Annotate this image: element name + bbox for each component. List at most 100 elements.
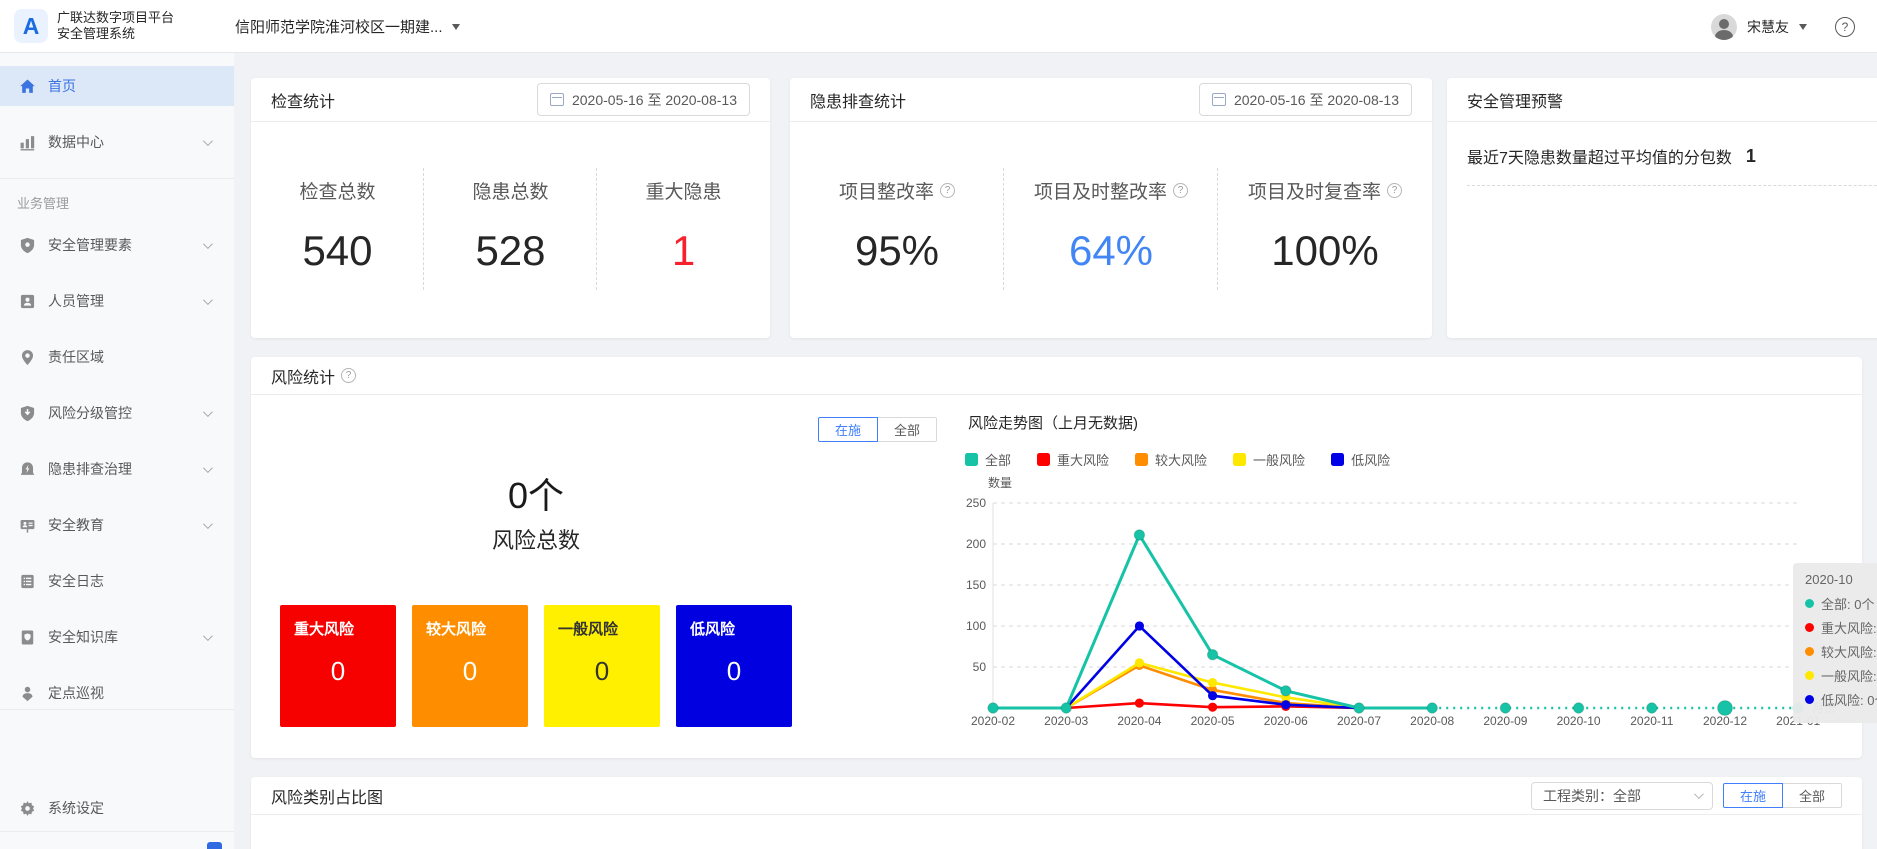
app-title: 广联达数字项目平台 安全管理系统 xyxy=(57,10,174,42)
hazard-alarm-icon xyxy=(19,461,36,478)
sidebar-divider xyxy=(0,831,234,832)
risk-box-label: 较大风险 xyxy=(412,605,528,639)
sidebar-item-label: 安全日志 xyxy=(48,571,104,591)
question-icon[interactable]: ? xyxy=(341,368,356,383)
sidebar-item-安全教育[interactable]: 安全教育 xyxy=(0,505,234,545)
stats-row: 项目整改率?95%项目及时整改率?64%项目及时复查率?100% xyxy=(790,122,1432,337)
chevron-down-icon xyxy=(203,239,213,249)
question-icon[interactable]: ? xyxy=(1387,183,1402,198)
legend-label: 一般风险 xyxy=(1253,450,1305,469)
stat-value: 95% xyxy=(790,227,1004,275)
sidebar-item-人员管理[interactable]: 人员管理 xyxy=(0,281,234,321)
sidebar-item-label: 安全管理要素 xyxy=(48,235,132,255)
question-icon[interactable]: ? xyxy=(1173,183,1188,198)
safety-shield-icon xyxy=(19,237,36,254)
people-icon xyxy=(19,293,36,310)
sidebar-item-安全管理要素[interactable]: 安全管理要素 xyxy=(0,225,234,265)
stat-value: 540 xyxy=(251,227,424,275)
legend-item-重大风险[interactable]: 重大风险 xyxy=(1037,450,1109,469)
sidebar-item-label: 安全教育 xyxy=(48,515,104,535)
risk-box-低风险: 低风险0 xyxy=(676,605,792,727)
chart-title: 风险走势图（上月无数据) xyxy=(968,412,1138,433)
calendar-icon xyxy=(1212,93,1226,106)
stat-value: 1 xyxy=(597,227,770,275)
app-viewport: A 广联达数字项目平台 安全管理系统 信阳师范学院淮河校区一期建... 宋慧友 … xyxy=(0,0,1877,849)
stat-value: 100% xyxy=(1218,227,1432,275)
risk-box-label: 一般风险 xyxy=(544,605,660,639)
home-icon xyxy=(19,78,36,95)
tooltip-row-一般风险: 一般风险: 0个 xyxy=(1805,666,1877,685)
floating-widget[interactable] xyxy=(207,842,222,849)
svg-text:50: 50 xyxy=(973,660,987,674)
question-icon[interactable]: ? xyxy=(940,183,955,198)
card-header: 检查统计 2020-05-16 至 2020-08-13 xyxy=(251,78,770,122)
top-header: A 广联达数字项目平台 安全管理系统 信阳师范学院淮河校区一期建... 宋慧友 … xyxy=(0,0,1877,53)
legend-label: 低风险 xyxy=(1351,450,1390,469)
svg-text:150: 150 xyxy=(966,578,986,592)
stat-label: 检查总数 xyxy=(251,177,424,204)
risk-box-一般风险: 一般风险0 xyxy=(544,605,660,727)
stat-检查总数: 检查总数 540 xyxy=(251,122,424,337)
svg-text:2020-10: 2020-10 xyxy=(1557,714,1601,728)
stat-隐患总数: 隐患总数528 xyxy=(424,122,597,337)
date-range-picker[interactable]: 2020-05-16 至 2020-08-13 xyxy=(1199,83,1412,116)
svg-text:2020-11: 2020-11 xyxy=(1630,714,1673,728)
project-type-select[interactable]: 工程类别：全部 xyxy=(1531,782,1713,810)
area-pin-icon xyxy=(19,349,36,366)
sidebar-item-系统设定[interactable]: 系统设定 xyxy=(0,788,234,828)
legend-item-较大风险[interactable]: 较大风险 xyxy=(1135,450,1207,469)
sidebar-item-数据中心[interactable]: 数据中心 xyxy=(0,122,234,162)
svg-text:2020-09: 2020-09 xyxy=(1483,714,1527,728)
status-toggle: 在施全部 xyxy=(818,417,937,442)
log-icon xyxy=(19,573,36,590)
legend-item-全部[interactable]: 全部 xyxy=(965,450,1011,469)
user-name[interactable]: 宋慧友 xyxy=(1747,17,1789,37)
card-header: 风险统计 ? xyxy=(251,357,1862,395)
safety-warning-card: 安全管理预警 最近7天隐患数量超过平均值的分包数 1 xyxy=(1447,78,1877,338)
help-icon[interactable]: ? xyxy=(1835,17,1855,37)
project-selector[interactable]: 信阳师范学院淮河校区一期建... xyxy=(235,0,460,53)
risk-shield-icon xyxy=(19,405,36,422)
toggle-option-全部[interactable]: 全部 xyxy=(1782,783,1842,808)
chevron-down-icon xyxy=(203,136,213,146)
stat-label: 项目整改率? xyxy=(790,177,1004,204)
tooltip-row-重大风险: 重大风险: 0个 xyxy=(1805,618,1877,637)
sidebar-item-风险分级管控[interactable]: 风险分级管控 xyxy=(0,393,234,433)
sidebar: 首页数据中心业务管理安全管理要素人员管理责任区域风险分级管控隐患排查治理安全教育… xyxy=(0,53,234,849)
legend-item-一般风险[interactable]: 一般风险 xyxy=(1233,450,1305,469)
date-range-value: 2020-05-16 至 2020-08-13 xyxy=(1234,90,1399,110)
sidebar-item-安全知识库[interactable]: 安全知识库 xyxy=(0,617,234,657)
toggle-option-在施[interactable]: 在施 xyxy=(1723,783,1783,808)
toggle-option-全部[interactable]: 全部 xyxy=(877,417,937,442)
sidebar-item-定点巡视[interactable]: 定点巡视 xyxy=(0,673,234,713)
tooltip-row-低风险: 低风险: 0个 xyxy=(1805,690,1877,709)
svg-text:2020-07: 2020-07 xyxy=(1337,714,1381,728)
user-avatar[interactable] xyxy=(1711,14,1737,40)
legend-item-低风险[interactable]: 低风险 xyxy=(1331,450,1390,469)
sidebar-item-责任区域[interactable]: 责任区域 xyxy=(0,337,234,377)
card-title: 风险类别占比图 xyxy=(271,784,383,808)
toggle-option-在施[interactable]: 在施 xyxy=(818,417,878,442)
svg-text:100: 100 xyxy=(966,619,986,633)
date-range-picker[interactable]: 2020-05-16 至 2020-08-13 xyxy=(537,83,750,116)
risk-box-重大风险: 重大风险0 xyxy=(280,605,396,727)
risk-trend-chart[interactable]: 数量501001502002502020-022020-032020-04202… xyxy=(960,470,1877,742)
legend-swatch xyxy=(1331,453,1344,466)
card-header-controls: 工程类别：全部 在施全部 xyxy=(1531,782,1842,810)
svg-text:数量: 数量 xyxy=(988,475,1012,490)
stat-label: 项目及时整改率? xyxy=(1004,177,1218,204)
sidebar-item-label: 定点巡视 xyxy=(48,683,104,703)
sidebar-item-安全日志[interactable]: 安全日志 xyxy=(0,561,234,601)
stat-项目及时复查率: 项目及时复查率?100% xyxy=(1218,122,1432,337)
chevron-down-icon xyxy=(203,407,213,417)
sidebar-item-首页[interactable]: 首页 xyxy=(0,66,234,106)
svg-text:2020-06: 2020-06 xyxy=(1264,714,1308,728)
svg-text:2020-08: 2020-08 xyxy=(1410,714,1454,728)
risk-total-label: 风险总数 xyxy=(381,523,691,555)
legend-swatch xyxy=(1037,453,1050,466)
chevron-down-icon xyxy=(1694,789,1704,799)
sidebar-item-隐患排查治理[interactable]: 隐患排查治理 xyxy=(0,449,234,489)
svg-text:2020-12: 2020-12 xyxy=(1703,714,1747,728)
app-logo-icon: A xyxy=(14,9,48,43)
risk-stats-card: 风险统计 ? 在施全部 0个 风险总数 重大风险0较大风险0一般风险0低风险0 … xyxy=(251,357,1862,758)
